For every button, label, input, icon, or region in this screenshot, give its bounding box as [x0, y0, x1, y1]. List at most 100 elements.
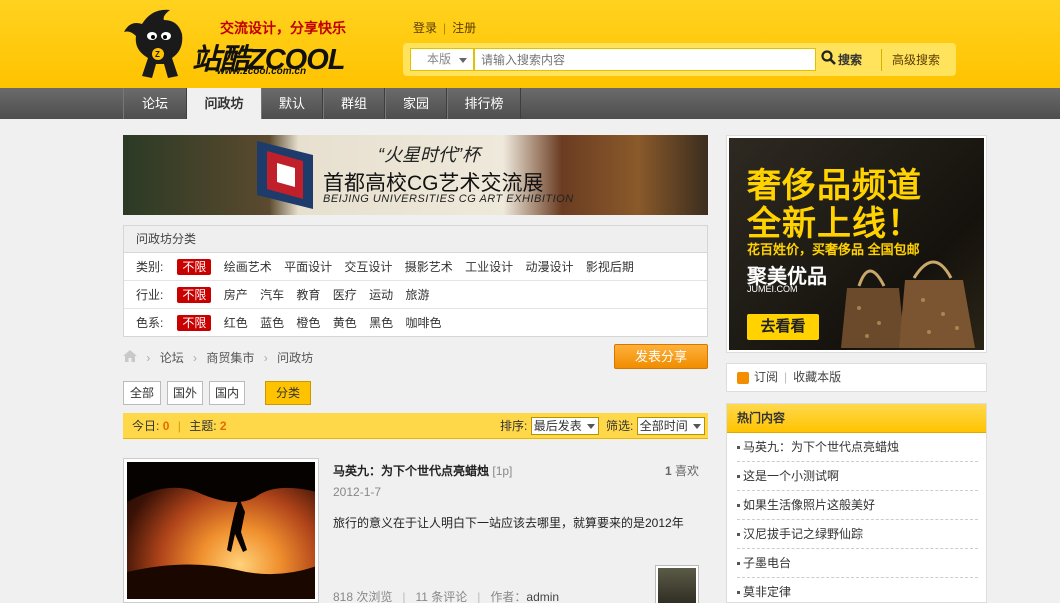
svg-text:Z: Z [155, 50, 160, 59]
sort-select[interactable]: 最后发表 [530, 417, 599, 435]
search-bar: 本版 搜索 高级搜索 [403, 43, 956, 76]
hot-item[interactable]: 马英九：为下个世代点亮蜡烛 [737, 433, 978, 462]
author-label: 作者： [490, 590, 527, 603]
breadcrumb-separator: › [263, 350, 268, 365]
advanced-search-link[interactable]: 高级搜索 [881, 49, 940, 71]
separator: | [402, 590, 406, 603]
breadcrumb-item[interactable]: 问政坊 [277, 349, 313, 367]
logo-slogan: 交流设计，分享快乐 [220, 20, 346, 36]
home-icon[interactable] [123, 349, 137, 367]
search-icon [821, 50, 836, 72]
hot-item[interactable]: 这是一个小测试啊 [737, 462, 978, 491]
chevron-down-icon [692, 424, 701, 429]
breadcrumb: › 论坛 › 商贸集市 › 问政坊 [123, 348, 313, 366]
search-input[interactable] [474, 48, 816, 71]
filter-option[interactable]: 橙色 [296, 309, 320, 337]
filter-option[interactable]: 动漫设计 [526, 253, 574, 281]
cg-exhibition-banner[interactable]: “火星时代”杯 首都高校CG艺术交流展 BEIJING UNIVERSITIES… [123, 135, 708, 215]
filter-option[interactable]: 旅游 [406, 281, 430, 309]
filter-option[interactable]: 汽车 [260, 281, 284, 309]
luxury-ad[interactable]: 奢侈品频道 全新上线！ 花百姓价，买奢侈品 全国包邮 聚美优品 JUMEI.CO… [726, 135, 987, 353]
top-links: 登录 | 注册 [413, 19, 476, 36]
filter-row-industry: 行业: 不限 房产 汽车 教育 医疗 运动 旅游 [124, 281, 707, 309]
filter-option-active[interactable]: 不限 [177, 315, 212, 331]
nav-item-default[interactable]: 默认 [261, 88, 323, 119]
filter-label: 行业: [136, 288, 164, 302]
hot-item[interactable]: 如果生活像照片这般美好 [737, 491, 978, 520]
like-number: 1 [665, 464, 672, 478]
time-filter-value: 全部时间 [639, 419, 688, 433]
filter-option[interactable]: 教育 [296, 281, 320, 309]
nav-item-forum[interactable]: 论坛 [123, 88, 187, 119]
nav-item-home[interactable]: 家园 [385, 88, 447, 119]
chevron-down-icon [586, 424, 595, 429]
avatar[interactable] [655, 565, 699, 603]
post-thumbnail[interactable] [123, 458, 319, 603]
time-filter-select[interactable]: 全部时间 [636, 417, 705, 435]
filter-option[interactable]: 医疗 [333, 281, 357, 309]
filter-option[interactable]: 咖啡色 [406, 309, 442, 337]
filter-option-active[interactable]: 不限 [177, 287, 212, 303]
ad-go-button[interactable]: 去看看 [747, 314, 819, 340]
rss-icon [737, 371, 749, 384]
filter-header: 问政坊分类 [124, 226, 707, 253]
filter-option-active[interactable]: 不限 [177, 259, 212, 275]
ad-headline-2: 全新上线！ [747, 205, 922, 243]
search-scope-select[interactable]: 本版 [410, 48, 474, 71]
like-label: 喜欢 [675, 464, 700, 478]
tab-foreign[interactable]: 国外 [167, 381, 203, 405]
filter-option[interactable]: 蓝色 [260, 309, 284, 337]
subscribe-box: 订阅 | 收藏本版 [726, 363, 987, 392]
post-share-button[interactable]: 发表分享 [614, 344, 708, 369]
filter-label: 色系: [136, 316, 164, 330]
subscribe-link[interactable]: 订阅 [754, 370, 778, 384]
search-button-label: 搜索 [838, 53, 863, 67]
separator: | [177, 419, 181, 433]
nav-item-ranking[interactable]: 排行榜 [447, 88, 521, 119]
tab-domestic[interactable]: 国内 [209, 381, 245, 405]
breadcrumb-item[interactable]: 商贸集市 [206, 349, 254, 367]
filter-row-category: 类别: 不限 绘画艺术 平面设计 交互设计 摄影艺术 工业设计 动漫设计 影视后… [124, 253, 707, 281]
favorite-link[interactable]: 收藏本版 [793, 370, 841, 384]
topics-count: 2 [219, 419, 227, 433]
tab-category[interactable]: 分类 [265, 381, 311, 405]
like-count[interactable]: 1 喜欢 [665, 462, 699, 479]
sort-bar: 今日: 0 | 主题: 2 排序: 最后发表 筛选: 全部时间 [123, 413, 708, 439]
filter-option[interactable]: 运动 [369, 281, 393, 309]
category-filter: 问政坊分类 类别: 不限 绘画艺术 平面设计 交互设计 摄影艺术 工业设计 动漫… [123, 225, 708, 337]
separator: | [477, 590, 481, 603]
search-button[interactable]: 搜索 [821, 49, 862, 71]
register-link[interactable]: 注册 [452, 19, 476, 36]
filter-option[interactable]: 交互设计 [344, 253, 392, 281]
hot-item[interactable]: 子墨电台 [737, 549, 978, 578]
zcool-logo[interactable]: Z 交流设计，分享快乐 站酷ZCOOL www.zcool.com.cn [122, 6, 352, 84]
today-label: 今日: [132, 419, 160, 433]
post-title[interactable]: 马英九：为下个世代点亮蜡烛 [1p] [333, 462, 512, 479]
filter-option[interactable]: 平面设计 [284, 253, 332, 281]
filter-option[interactable]: 绘画艺术 [224, 253, 272, 281]
separator: | [784, 370, 788, 384]
separator: | [443, 21, 447, 35]
topics-label: 主题: [189, 419, 217, 433]
filter-option[interactable]: 房产 [224, 281, 248, 309]
nav-item-wenzhengfang[interactable]: 问政坊 [187, 88, 261, 119]
logo-url: www.zcool.com.cn [217, 66, 307, 77]
filter-option[interactable]: 影视后期 [586, 253, 634, 281]
filter-option[interactable]: 黄色 [333, 309, 357, 337]
hot-item[interactable]: 莫非定律 [737, 578, 978, 603]
filter-option[interactable]: 红色 [224, 309, 248, 337]
breadcrumb-item[interactable]: 论坛 [160, 349, 184, 367]
today-count: 0 [162, 419, 170, 433]
filter-option[interactable]: 摄影艺术 [405, 253, 453, 281]
image-count: [1p] [492, 464, 513, 478]
ad-brand-url: JUMEI.COM [747, 284, 798, 294]
comment-count[interactable]: 11 条评论 [415, 590, 467, 603]
tab-all[interactable]: 全部 [123, 381, 161, 405]
filter-option[interactable]: 工业设计 [465, 253, 513, 281]
hot-content: 热门内容 马英九：为下个世代点亮蜡烛 这是一个小测试啊 如果生活像照片这般美好 … [726, 403, 987, 603]
author-name[interactable]: admin [526, 590, 559, 603]
nav-item-groups[interactable]: 群组 [323, 88, 385, 119]
hot-item[interactable]: 汉尼拔手记之绿野仙踪 [737, 520, 978, 549]
login-link[interactable]: 登录 [413, 19, 437, 36]
filter-option[interactable]: 黑色 [369, 309, 393, 337]
